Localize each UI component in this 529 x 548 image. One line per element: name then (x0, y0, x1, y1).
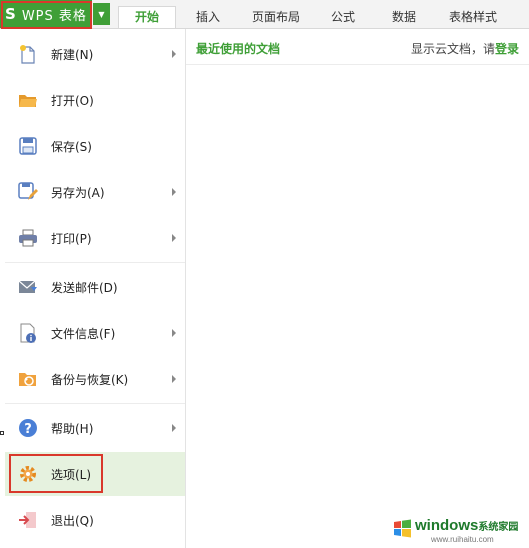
new-file-icon (18, 44, 38, 64)
chevron-right-icon (172, 424, 176, 432)
menu-label: 新建(N) (51, 47, 94, 62)
chevron-right-icon (172, 234, 176, 242)
menu-item-print[interactable]: 打印(P) (5, 216, 185, 260)
ribbon-tab-bar: S WPS 表格 ▼ 开始 插入 页面布局 公式 数据 表格样式 (0, 0, 529, 29)
watermark-brand: windows系统家园 (415, 517, 518, 534)
folder-open-icon (18, 90, 38, 110)
chevron-right-icon (172, 188, 176, 196)
help-icon: ? (18, 418, 38, 438)
options-highlight-outline (9, 454, 103, 493)
cloud-docs-prefix: 显示云文档，请 (410, 42, 495, 56)
small-marker (0, 431, 4, 435)
cloud-docs-notice: 显示云文档，请登录 (411, 40, 519, 57)
chevron-right-icon (172, 329, 176, 337)
menu-label: 发送邮件(D) (51, 280, 118, 295)
tab-page-layout[interactable]: 页面布局 (244, 6, 308, 28)
menu-item-save[interactable]: 保存(S) (5, 124, 185, 168)
app-menu-dropdown-arrow[interactable]: ▼ (93, 3, 110, 25)
watermark-url: www.ruihaitu.com (431, 535, 494, 544)
menu-label: 另存为(A) (51, 185, 105, 200)
save-as-icon (18, 182, 38, 202)
file-info-icon (18, 323, 38, 343)
menu-item-new[interactable]: 新建(N) (5, 32, 185, 76)
chevron-right-icon (172, 50, 176, 58)
menu-item-backup-restore[interactable]: 备份与恢复(K) (5, 357, 185, 401)
printer-icon (18, 228, 38, 248)
menu-label: 文件信息(F) (51, 326, 116, 341)
chevron-down-icon: ▼ (98, 9, 105, 19)
site-watermark: windows系统家园 www.ruihaitu.com (393, 516, 523, 546)
watermark-brand-suffix: 系统家园 (478, 522, 519, 533)
windows-logo-icon (394, 519, 411, 538)
exit-icon (18, 510, 38, 530)
tab-formulas[interactable]: 公式 (316, 6, 370, 28)
menu-item-open[interactable]: 打开(O) (5, 78, 185, 122)
menu-item-send-mail[interactable]: 发送邮件(D) (5, 265, 185, 309)
save-icon (18, 136, 38, 156)
wps-app-menu-button[interactable]: S WPS 表格 (0, 0, 92, 28)
recent-documents-title: 最近使用的文档 (196, 42, 281, 56)
menu-label: 打印(P) (51, 231, 92, 246)
svg-text:?: ? (24, 422, 32, 437)
tab-home[interactable]: 开始 (118, 6, 176, 28)
menu-label: 保存(S) (51, 139, 92, 154)
tab-insert[interactable]: 插入 (180, 6, 236, 28)
menu-divider (5, 262, 185, 263)
recent-documents-header: 最近使用的文档 显示云文档，请登录 (186, 29, 529, 65)
menu-item-help[interactable]: ? 帮助(H) (5, 406, 185, 450)
menu-label: 备份与恢复(K) (51, 372, 129, 387)
menu-divider (5, 403, 185, 404)
backup-icon (18, 369, 38, 389)
chevron-right-icon (172, 375, 176, 383)
menu-item-save-as[interactable]: 另存为(A) (5, 170, 185, 214)
menu-label: 帮助(H) (51, 421, 94, 436)
mail-icon (18, 277, 38, 297)
menu-label: 退出(Q) (51, 513, 94, 528)
app-title: WPS 表格 (21, 8, 87, 24)
menu-item-exit[interactable]: 退出(Q) (5, 498, 185, 542)
watermark-brand-text: windows (415, 517, 479, 534)
menu-label: 打开(O) (51, 93, 94, 108)
menu-item-file-info[interactable]: 文件信息(F) (5, 311, 185, 355)
tab-table-style[interactable]: 表格样式 (438, 6, 508, 28)
tab-data[interactable]: 数据 (380, 6, 428, 28)
wps-logo-icon: S (5, 5, 16, 23)
login-link[interactable]: 登录 (495, 42, 519, 56)
